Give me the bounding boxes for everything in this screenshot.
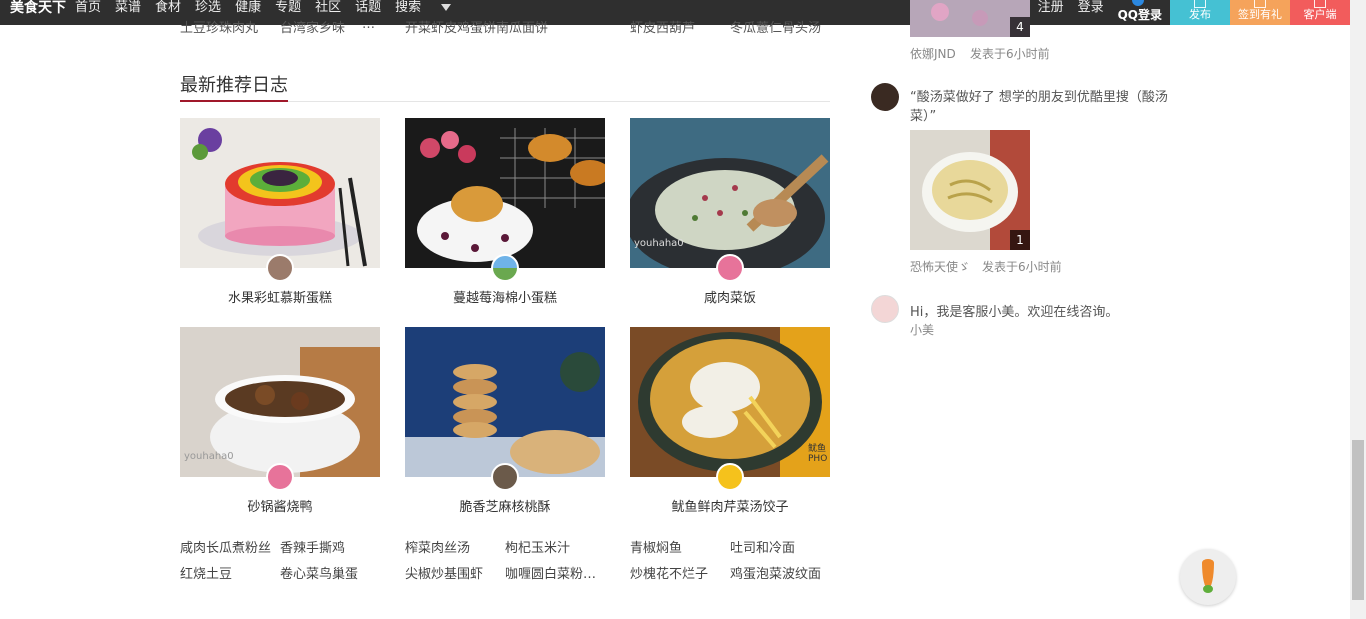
- recipe-link[interactable]: 香辣手撕鸡: [280, 537, 345, 556]
- author-avatar[interactable]: [716, 254, 744, 282]
- image-count: 1: [1010, 230, 1030, 250]
- client-app-button[interactable]: 客户端: [1290, 0, 1350, 25]
- qq-login-label: QQ登录: [1117, 8, 1162, 22]
- login-link[interactable]: 登录: [1078, 0, 1104, 25]
- svg-text:youhaha0: youhaha0: [184, 451, 234, 462]
- title-accent-line: [180, 100, 288, 102]
- cutoff-link[interactable]: 冬瓜薏仁骨头汤: [730, 17, 821, 36]
- blog-card[interactable]: youhaha0 咸肉菜饭: [630, 118, 830, 306]
- food-photo[interactable]: 鱿鱼 PHO: [630, 327, 830, 477]
- nav-ingredients[interactable]: 食材: [155, 0, 181, 25]
- recipe-link[interactable]: 鸡蛋泡菜波纹面: [730, 563, 821, 582]
- card-title[interactable]: 水果彩虹慕斯蛋糕: [180, 287, 380, 306]
- feed-user[interactable]: 恐怖天使ゞ: [910, 258, 970, 275]
- publish-label: 发布: [1189, 8, 1211, 21]
- recipe-link[interactable]: 咖喱圆白菜粉…: [505, 563, 596, 582]
- card-title[interactable]: 咸肉菜饭: [630, 287, 830, 306]
- feed-thumbnail[interactable]: 4: [910, 0, 1030, 37]
- phone-icon: [1314, 0, 1326, 8]
- service-name: 小美: [910, 323, 935, 337]
- rice-dish-image: youhaha0: [630, 118, 830, 268]
- checkin-label: 签到有礼: [1238, 8, 1282, 21]
- recipe-link[interactable]: 榨菜肉丝汤: [405, 537, 470, 556]
- author-avatar[interactable]: [491, 254, 519, 282]
- blog-card[interactable]: 脆香芝麻核桃酥: [405, 327, 605, 515]
- cutoff-link: …: [362, 17, 375, 32]
- walnut-cookie-image: [405, 327, 605, 477]
- recipe-link[interactable]: 青椒焖鱼: [630, 537, 682, 556]
- service-greeting[interactable]: Hi，我是客服小美。欢迎在线咨询。: [910, 301, 1118, 320]
- blog-card[interactable]: 蔓越莓海棉小蛋糕: [405, 118, 605, 306]
- cutoff-link[interactable]: 虾皮西葫芦: [630, 17, 695, 36]
- feed-time: 发表于6小时前: [970, 47, 1050, 61]
- author-avatar[interactable]: [491, 463, 519, 491]
- section-title: 最新推荐日志: [180, 75, 288, 96]
- image-count: 4: [1010, 17, 1030, 37]
- publish-icon: [1194, 0, 1206, 8]
- card-title[interactable]: 蔓越莓海棉小蛋糕: [405, 287, 605, 306]
- feed-post-text[interactable]: “酸汤菜做好了 想学的朋友到优酷里搜（酸汤菜）”: [910, 88, 1175, 126]
- food-photo[interactable]: [180, 118, 380, 268]
- dumpling-soup-image: 鱿鱼 PHO: [630, 327, 830, 477]
- feed-thumbnail[interactable]: 1: [910, 130, 1030, 250]
- register-link[interactable]: 注册: [1038, 0, 1064, 25]
- publish-button[interactable]: 发布: [1170, 0, 1230, 25]
- svg-text:鱿鱼: 鱿鱼: [808, 442, 826, 454]
- svg-text:youhaha0: youhaha0: [634, 238, 684, 249]
- recipe-link[interactable]: 咸肉长瓜煮粉丝: [180, 537, 271, 556]
- card-title[interactable]: 脆香芝麻核桃酥: [405, 496, 605, 515]
- checkin-button[interactable]: 签到有礼: [1230, 0, 1290, 25]
- recipe-link[interactable]: 炒槐花不烂子: [630, 563, 708, 582]
- main-nav: 首页 菜谱 食材 珍选 健康 专题 社区 话题 搜索: [75, 0, 452, 25]
- client-app-label: 客户端: [1303, 8, 1337, 21]
- blog-card[interactable]: 水果彩虹慕斯蛋糕: [180, 118, 380, 306]
- floating-helper-button[interactable]: [1180, 549, 1236, 605]
- recipe-link[interactable]: 卷心菜鸟巢蛋: [280, 563, 358, 582]
- qq-login-button[interactable]: QQ登录: [1118, 0, 1162, 25]
- author-avatar[interactable]: [266, 463, 294, 491]
- user-avatar[interactable]: [871, 83, 899, 111]
- qq-icon: [1131, 0, 1144, 6]
- food-photo[interactable]: [405, 327, 605, 477]
- vertical-scrollbar[interactable]: [1350, 0, 1366, 619]
- scrollbar-thumb[interactable]: [1352, 440, 1364, 600]
- sponge-cake-image: [405, 118, 605, 268]
- feed-time: 发表于6小时前: [982, 260, 1062, 274]
- food-photo[interactable]: youhaha0: [180, 327, 380, 477]
- leaf-icon: [1203, 585, 1213, 593]
- recipe-link[interactable]: 红烧土豆: [180, 563, 232, 582]
- svg-text:PHO: PHO: [808, 454, 827, 464]
- checkin-icon: [1254, 0, 1266, 8]
- card-title[interactable]: 砂锅酱烧鸭: [180, 496, 380, 515]
- nav-home[interactable]: 首页: [75, 0, 101, 25]
- recipe-link[interactable]: 吐司和冷面: [730, 537, 795, 556]
- blog-card[interactable]: 鱿鱼 PHO 鱿鱼鲜肉芹菜汤饺子: [630, 327, 830, 515]
- site-logo[interactable]: 美食天下: [10, 0, 66, 25]
- feed-user[interactable]: 依娜JND: [910, 45, 956, 62]
- cutoff-link[interactable]: 土豆珍珠肉丸: [180, 17, 258, 36]
- cutoff-link[interactable]: 开菜虾皮鸡蛋饼南瓜面饼: [405, 17, 548, 36]
- cutoff-link[interactable]: 台湾家乡味: [280, 17, 345, 36]
- recipe-link[interactable]: 枸杞玉米汁: [505, 537, 570, 556]
- food-photo[interactable]: youhaha0: [630, 118, 830, 268]
- author-avatar[interactable]: [266, 254, 294, 282]
- rainbow-cake-image: [180, 118, 380, 268]
- braised-duck-image: youhaha0: [180, 327, 380, 477]
- food-photo[interactable]: [405, 118, 605, 268]
- user-actions: 注册 登录 QQ登录 发布 签到有礼 客户端: [1038, 0, 1350, 25]
- blog-card[interactable]: youhaha0 砂锅酱烧鸭: [180, 327, 380, 515]
- nav-recipes[interactable]: 菜谱: [115, 0, 141, 25]
- chevron-down-icon[interactable]: [441, 4, 452, 11]
- author-avatar[interactable]: [716, 463, 744, 491]
- recipe-link[interactable]: 尖椒炒基围虾: [405, 563, 483, 582]
- card-title[interactable]: 鱿鱼鲜肉芹菜汤饺子: [630, 496, 830, 515]
- service-avatar[interactable]: [871, 295, 899, 323]
